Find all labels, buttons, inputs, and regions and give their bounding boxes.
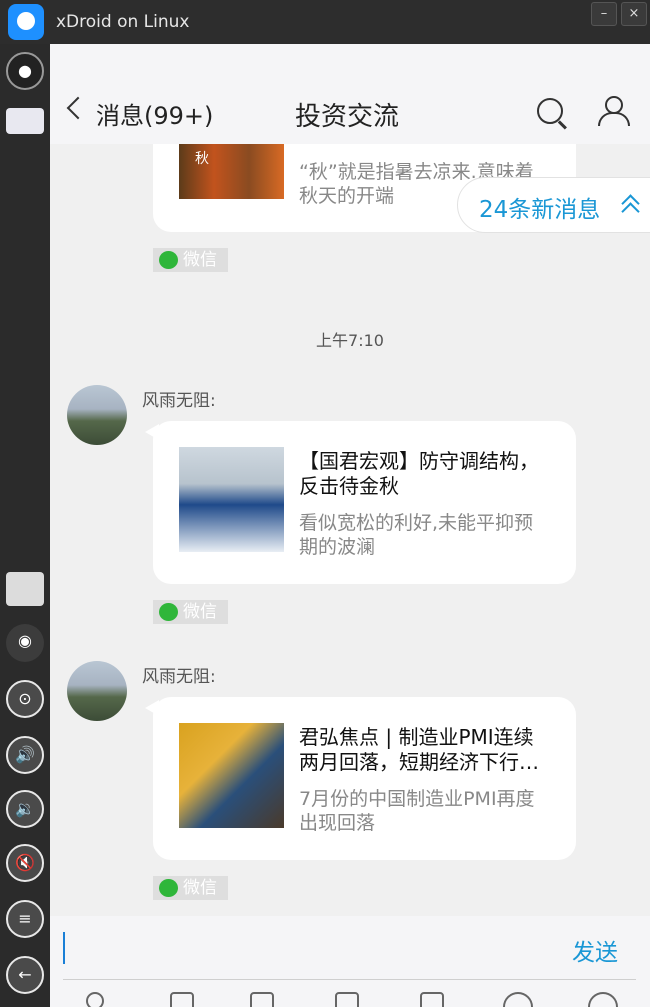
divider — [63, 979, 636, 980]
sender-name: 风雨无阻: — [142, 391, 216, 411]
back-button[interactable]: 消息(99+) — [96, 96, 213, 131]
search-icon[interactable] — [537, 98, 563, 124]
back-chevron-icon[interactable] — [66, 96, 90, 120]
card-thumbnail: 秋 — [179, 144, 284, 199]
close-button[interactable]: × — [621, 2, 647, 26]
new-messages-indicator[interactable]: 24条新消息 — [457, 177, 650, 233]
page-title: 投资交流 — [295, 102, 400, 132]
double-chevron-up-icon — [620, 193, 640, 221]
card-title: 【国君宏观】防守调结构，反击待金秋 — [299, 449, 539, 498]
mute-icon[interactable]: 🔇 — [6, 844, 44, 882]
camera-lens-icon[interactable]: ● — [6, 52, 44, 90]
timestamp: 上午7:10 — [316, 331, 384, 350]
wechat-icon — [159, 251, 178, 269]
voice-icon[interactable] — [86, 992, 104, 1007]
card-description: 7月份的中国制造业PMI再度出现回落 — [299, 788, 535, 834]
image-icon[interactable] — [170, 992, 194, 1007]
plus-icon[interactable] — [588, 992, 618, 1007]
card-thumbnail — [179, 723, 284, 828]
volume-up-icon[interactable]: 🔊 — [6, 736, 44, 774]
wechat-source-tag: 微信 — [153, 600, 228, 624]
video-icon[interactable] — [250, 992, 274, 1007]
card-thumbnail — [179, 447, 284, 552]
message-card[interactable]: 君弘焦点 | 制造业PMI连续两月回落，短期经济下行… 7月份的中国制造业PMI… — [153, 697, 576, 860]
keymap-icon[interactable] — [6, 572, 44, 606]
wechat-source-tag: 微信 — [153, 248, 228, 272]
wechat-icon — [159, 879, 178, 897]
window-title: xDroid on Linux — [56, 12, 190, 32]
keyboard-icon[interactable] — [6, 108, 44, 134]
message-input-bar: 发送 — [50, 916, 650, 1007]
send-button[interactable]: 发送 — [572, 933, 618, 967]
volume-down-icon[interactable]: 🔉 — [6, 790, 44, 828]
emoji-icon[interactable] — [503, 992, 533, 1007]
card-description: 看似宽松的利好,未能平抑预期的波澜 — [299, 512, 534, 558]
minimize-button[interactable]: – — [591, 2, 617, 26]
message-card[interactable]: 【国君宏观】防守调结构，反击待金秋 看似宽松的利好,未能平抑预期的波澜 — [153, 421, 576, 584]
group-members-icon[interactable] — [596, 96, 630, 128]
back-icon[interactable]: ← — [6, 956, 44, 994]
card-title: 君弘焦点 | 制造业PMI连续两月回落，短期经济下行… — [299, 725, 539, 774]
window-titlebar: xDroid on Linux – × — [0, 0, 650, 44]
sender-avatar[interactable] — [67, 385, 127, 445]
camera-icon[interactable] — [335, 992, 359, 1007]
sender-name: 风雨无阻: — [142, 667, 216, 687]
xdroid-sidebar: ● ◉ ⊙ 🔊 🔉 🔇 ≡ ← — [0, 44, 50, 1007]
folder-icon[interactable] — [420, 992, 444, 1007]
message-input[interactable] — [63, 932, 65, 964]
phone-screen: 秋 “秋”就是指暑去凉来.意味着秋天的开端 微信 消息(99+) 投资交流 24… — [50, 44, 650, 1007]
menu-icon[interactable]: ≡ — [6, 900, 44, 938]
xdroid-app-icon — [8, 4, 44, 40]
chat-navbar: 消息(99+) 投资交流 — [50, 44, 650, 144]
sender-avatar[interactable] — [67, 661, 127, 721]
location-icon[interactable]: ⊙ — [6, 680, 44, 718]
wechat-source-tag: 微信 — [153, 876, 228, 900]
webcam-icon[interactable]: ◉ — [6, 624, 44, 662]
wechat-icon — [159, 603, 178, 621]
